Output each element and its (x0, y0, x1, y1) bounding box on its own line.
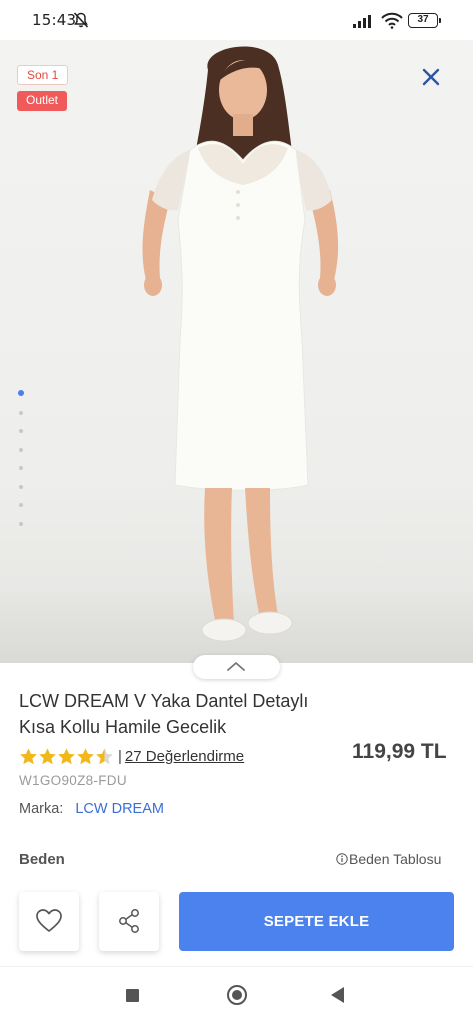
gallery-dot[interactable] (19, 466, 23, 470)
star-icon (77, 747, 94, 764)
gallery-dot[interactable] (19, 410, 23, 415)
status-bar: 15:43 37 (0, 0, 473, 40)
battery-icon: 37 (408, 13, 441, 28)
outlet-badge: Outlet (17, 91, 68, 111)
back-icon[interactable] (331, 987, 344, 1003)
favorite-button[interactable] (19, 892, 79, 951)
status-time: 15:43 (32, 11, 77, 29)
gallery-dot[interactable] (19, 447, 23, 452)
wifi-icon (381, 12, 403, 29)
share-icon (119, 909, 139, 933)
gallery-dot[interactable] (18, 390, 24, 396)
star-icon (58, 747, 75, 764)
gallery-dot[interactable] (19, 503, 23, 507)
gallery-dot[interactable] (19, 484, 23, 489)
product-image-gallery[interactable]: Son 1 Outlet (0, 40, 473, 663)
last-item-badge: Son 1 (17, 65, 69, 85)
size-label: Beden (19, 851, 65, 868)
mute-icon (73, 12, 89, 28)
rating-stars (19, 747, 114, 766)
rating-row: | 27 Değerlendirme (19, 745, 244, 767)
close-icon[interactable] (416, 62, 446, 92)
rating-separator: | (118, 747, 122, 765)
star-icon (20, 747, 37, 764)
gallery-pagination (17, 390, 25, 540)
system-nav-bar (0, 967, 473, 1024)
add-to-cart-button[interactable]: SEPETE EKLE (179, 892, 454, 951)
product-price: 119,99 TL (352, 740, 447, 763)
product-photo (142, 46, 339, 642)
size-chart-label: Beden Tablosu (349, 851, 442, 867)
star-icon (39, 747, 56, 764)
size-chart-link[interactable]: Beden Tablosu (336, 851, 441, 867)
heart-icon (36, 909, 62, 932)
brand-link[interactable]: LCW DREAM (75, 801, 164, 817)
gallery-dot[interactable] (19, 429, 23, 433)
brand-label: Marka: (19, 801, 64, 817)
half-star-icon (96, 747, 113, 764)
brand-row: Marka: LCW DREAM (19, 801, 164, 817)
share-button[interactable] (99, 892, 159, 951)
product-title: LCW DREAM V Yaka Dantel Detaylı Kısa Kol… (19, 691, 309, 737)
reviews-link[interactable]: 27 Değerlendirme (125, 748, 244, 765)
product-sku: W1GO90Z8-FDU (19, 773, 127, 788)
recent-apps-icon[interactable] (126, 989, 139, 1002)
gallery-dot[interactable] (19, 521, 23, 526)
home-icon[interactable] (227, 985, 247, 1005)
expand-details-button[interactable] (193, 655, 280, 679)
signal-icon (353, 15, 371, 28)
info-icon (336, 853, 348, 865)
chevron-up-icon (227, 662, 245, 671)
